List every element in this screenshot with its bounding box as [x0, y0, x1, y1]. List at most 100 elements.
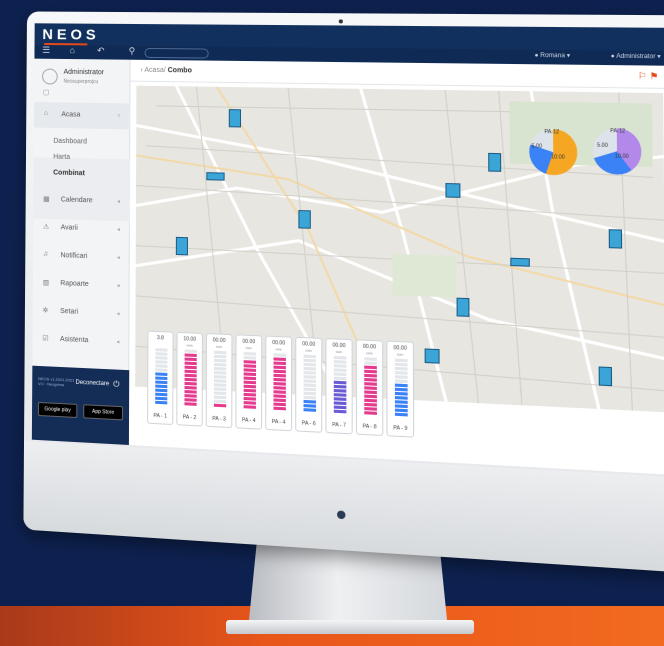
gauge-segment — [155, 348, 168, 352]
station-marker[interactable] — [510, 257, 530, 267]
station-marker[interactable] — [175, 236, 188, 256]
gauge-unit: kWh — [305, 348, 312, 353]
gauge-segment — [273, 406, 286, 411]
logo-dot — [337, 510, 346, 520]
back-icon[interactable]: ↶ — [97, 45, 104, 56]
gauge-card[interactable]: 00.00 kWh PA - 9 — [386, 340, 415, 438]
gauge-segment — [333, 409, 347, 414]
sidebar-item-label: Setari — [60, 307, 79, 316]
search-icon[interactable]: ⚲ — [129, 46, 136, 57]
app-logo[interactable]: NEOS — [42, 26, 99, 43]
app-store-button[interactable]: App Store — [83, 404, 124, 421]
gauge-segment — [184, 402, 197, 406]
gauge-segment — [303, 408, 317, 412]
gauge-card[interactable]: 00.00 kWh PA - 7 — [325, 338, 353, 435]
gauge-segment — [394, 375, 408, 379]
gauge-segment — [394, 379, 408, 384]
gauge-segment — [333, 376, 347, 381]
gauge-unit: kWh — [216, 344, 223, 350]
station-marker[interactable] — [298, 210, 311, 229]
sidebar-item-rapoarte[interactable]: ▥ Rapoarte ◂ — [33, 270, 130, 300]
gauge-segment — [303, 371, 317, 375]
gauge-segment — [273, 398, 286, 403]
profile-icon[interactable]: ▢ — [43, 88, 50, 96]
gauge-segment — [273, 357, 286, 362]
gauge-segment — [213, 403, 227, 408]
search-input[interactable] — [144, 47, 209, 59]
notification-bell-icon[interactable]: ⚐ — [638, 71, 647, 82]
gauge-card[interactable]: 3.8 PA - 1 — [147, 330, 174, 426]
sidebar-subitem-combinat[interactable]: Combinat — [53, 170, 85, 178]
gauge-label: PA - 1 — [153, 412, 167, 420]
main-content: ‹ Acasa/ Combo ⚐ ⚑ PA-12 5.00 10.00 PA-1… — [128, 59, 664, 475]
chevron-left-icon: ◂ — [116, 283, 120, 290]
chevron-left-icon: ◂ — [116, 226, 120, 234]
gauge-value: 10.00 — [183, 336, 197, 343]
station-marker[interactable] — [206, 172, 225, 181]
alert-icons[interactable]: ⚐ ⚑ — [638, 71, 659, 83]
sidebar-subitem-dashboard[interactable]: Dashboard — [53, 138, 87, 146]
sidebar: Administrator Neosuperprojcu ▢ ⌂ Acasa ▿… — [31, 58, 131, 445]
gauge-value: 00.00 — [212, 337, 226, 345]
share-icon[interactable]: ⚑ — [650, 71, 659, 82]
language-selector[interactable]: ● Romana ▾ — [534, 52, 570, 60]
user-menu-label: Administrator — [616, 53, 656, 61]
user-subtitle: Neosuperprojcu — [63, 78, 99, 86]
breadcrumb-root[interactable]: Acasa/ — [144, 67, 165, 74]
sidebar-item-calendare[interactable]: ▦ Calendare ◂ — [33, 187, 130, 216]
gauge-segment — [273, 369, 286, 374]
station-marker[interactable] — [488, 152, 502, 172]
gauge-card[interactable]: 00.00 kWh PA - 6 — [295, 336, 323, 433]
station-pie-chart[interactable] — [592, 127, 642, 176]
gauge-segment — [333, 368, 347, 372]
power-icon[interactable]: ⏻ — [113, 380, 119, 390]
gauge-segment — [303, 354, 317, 359]
sidebar-item-setari[interactable]: ✲ Setari ◂ — [33, 298, 130, 328]
gauge-segment — [155, 400, 168, 405]
station-marker[interactable] — [598, 366, 613, 387]
sidebar-item-label: Acasa — [61, 111, 81, 119]
gauge-level — [333, 355, 347, 417]
station-pie-chart[interactable] — [529, 128, 578, 176]
gauge-card[interactable]: 00.00 kWh PA - 3 — [205, 333, 233, 429]
gauge-segment — [155, 384, 168, 389]
user-name: Administrator — [63, 68, 105, 77]
sidebar-subitem-harta[interactable]: Harta — [53, 154, 70, 161]
gauge-level — [394, 358, 408, 420]
gauge-segment — [243, 396, 256, 401]
menu-icon[interactable]: ☰ — [42, 45, 50, 56]
gauge-segment — [243, 401, 256, 405]
gauge-card[interactable]: 10.00 kWh PA - 2 — [176, 331, 203, 427]
station-marker[interactable] — [456, 297, 470, 317]
user-menu[interactable]: ● Administrator ▾ — [611, 53, 661, 61]
gauge-segment — [213, 391, 227, 396]
gauge-segment — [333, 393, 347, 397]
gauge-card[interactable]: 00.00 kWh PA - 4 — [265, 335, 293, 432]
language-label: Romana — [540, 52, 565, 60]
station-marker[interactable] — [608, 229, 623, 249]
sidebar-item-notificari[interactable]: ♫ Notificari ◂ — [33, 242, 130, 271]
station-marker[interactable] — [424, 348, 440, 364]
chevron-left-icon: ◂ — [116, 311, 120, 318]
logout-button[interactable]: Deconectare — [75, 380, 109, 388]
gauge-card[interactable]: 00.00 kWh PA - 8 — [355, 339, 384, 437]
sidebar-item-label: Asistenta — [59, 335, 89, 345]
gauge-segment — [303, 404, 317, 408]
gauge-segment — [364, 390, 377, 395]
gauge-segment — [243, 380, 256, 385]
avatar[interactable] — [42, 68, 58, 85]
gauge-level — [364, 357, 377, 418]
breadcrumb-bar: ‹ Acasa/ Combo ⚐ ⚑ — [130, 59, 664, 89]
sidebar-item-asistenta[interactable]: ☑ Asistenta ◂ — [32, 326, 129, 356]
google-play-button[interactable]: Google play — [37, 401, 78, 418]
station-marker[interactable] — [445, 183, 461, 198]
station-marker[interactable] — [228, 109, 242, 128]
gauge-card[interactable]: 00.00 kWh PA - 4 — [235, 334, 263, 430]
gauge-segment — [243, 405, 256, 409]
gauge-segment — [333, 405, 347, 410]
home-icon[interactable]: ⌂ — [70, 45, 75, 55]
sidebar-item-avarii[interactable]: ⚠ Avarii ◂ — [33, 215, 130, 244]
gauge-segment — [394, 408, 408, 413]
sidebar-item-acasa[interactable]: ⌂ Acasa ▿ — [33, 101, 131, 130]
gauge-segment — [243, 392, 256, 397]
